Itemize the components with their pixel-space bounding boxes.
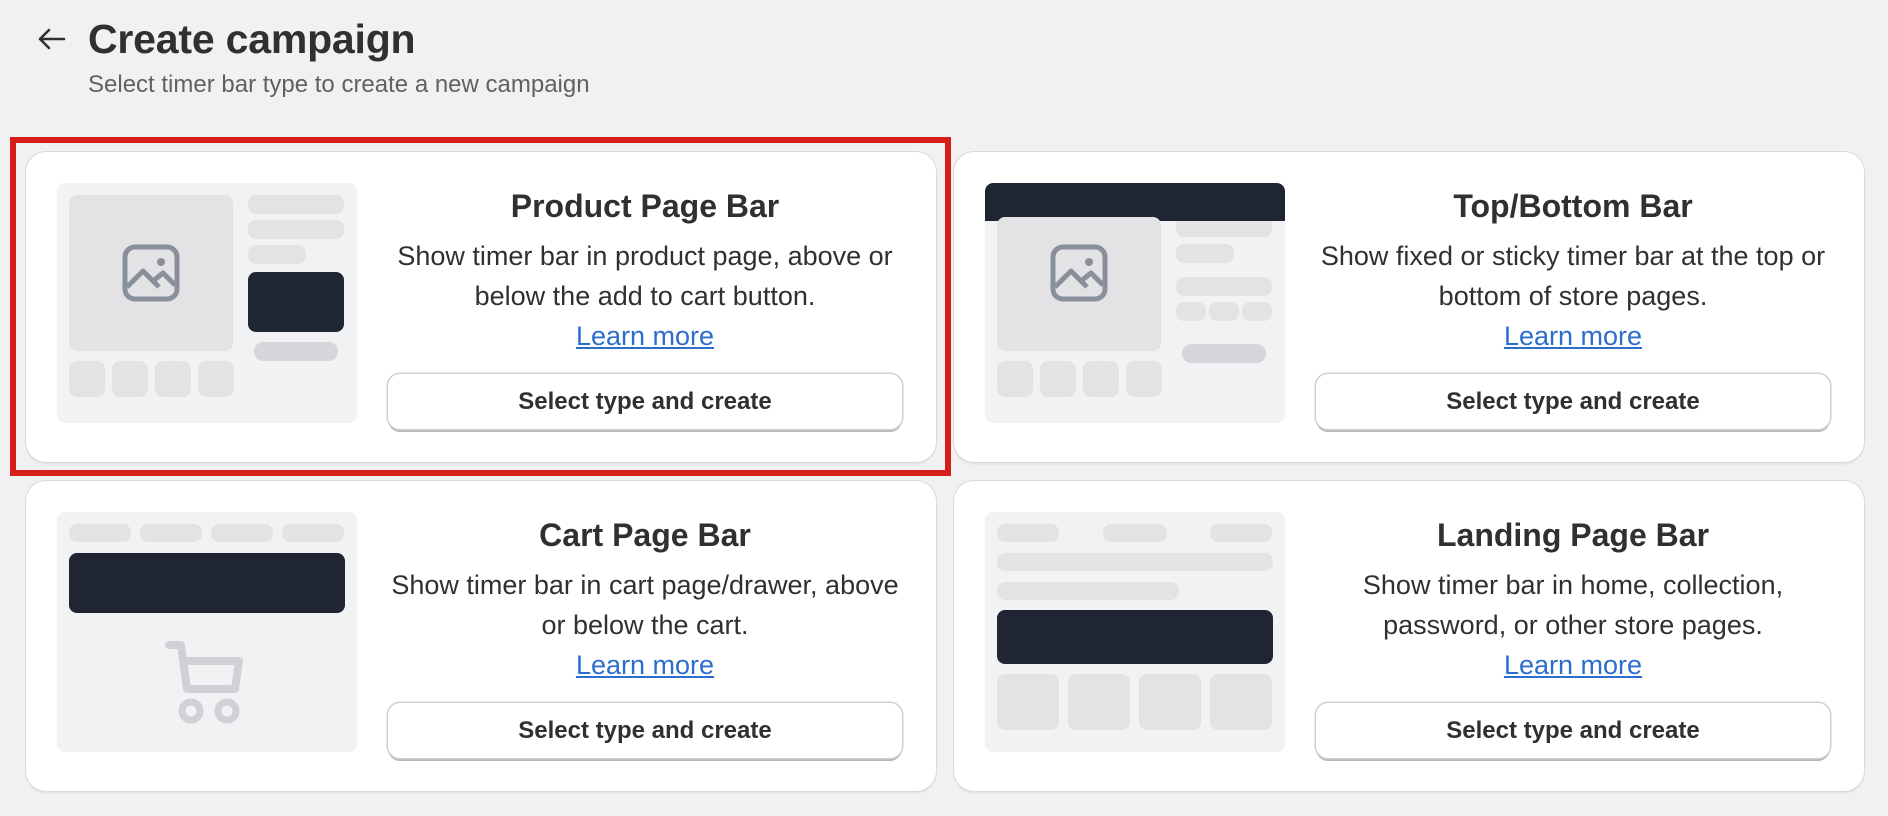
page-title: Create campaign — [88, 16, 416, 62]
product-page-bar-thumbnail — [57, 183, 357, 423]
learn-more-link[interactable]: Learn more — [1504, 316, 1642, 356]
card-title: Cart Page Bar — [539, 517, 751, 553]
card-description: Show fixed or sticky timer bar at the to… — [1320, 241, 1826, 311]
card-title: Top/Bottom Bar — [1453, 188, 1693, 224]
card-description: Show timer bar in cart page/drawer, abov… — [391, 570, 899, 640]
top-bottom-bar-thumbnail — [985, 183, 1285, 423]
cart-icon — [165, 641, 243, 724]
arrow-left-icon — [38, 28, 66, 50]
select-type-button[interactable]: Select type and create — [1316, 703, 1830, 758]
campaign-card-top-bottom-bar: Top/Bottom Bar Show fixed or sticky time… — [954, 152, 1864, 462]
learn-more-link[interactable]: Learn more — [576, 645, 714, 685]
learn-more-link[interactable]: Learn more — [1504, 645, 1642, 685]
campaign-card-landing-page-bar: Landing Page Bar Show timer bar in home,… — [954, 481, 1864, 791]
cart-page-bar-thumbnail — [57, 512, 357, 752]
select-type-button[interactable]: Select type and create — [1316, 374, 1830, 429]
image-icon — [122, 244, 180, 302]
landing-page-bar-thumbnail — [985, 512, 1285, 752]
select-type-button[interactable]: Select type and create — [388, 703, 902, 758]
back-button[interactable] — [34, 22, 68, 56]
campaign-card-product-page-bar: Product Page Bar Show timer bar in produ… — [26, 152, 936, 462]
image-icon — [1050, 244, 1108, 302]
page-subtitle: Select timer bar type to create a new ca… — [88, 71, 590, 98]
card-title: Landing Page Bar — [1436, 517, 1710, 553]
learn-more-link[interactable]: Learn more — [576, 316, 714, 356]
card-title: Product Page Bar — [510, 188, 780, 224]
campaign-card-cart-page-bar: Cart Page Bar Show timer bar in cart pag… — [26, 481, 936, 791]
card-description: Show timer bar in home, collection, pass… — [1362, 570, 1784, 640]
card-description: Show timer bar in product page, above or… — [397, 241, 893, 311]
select-type-button[interactable]: Select type and create — [388, 374, 902, 429]
